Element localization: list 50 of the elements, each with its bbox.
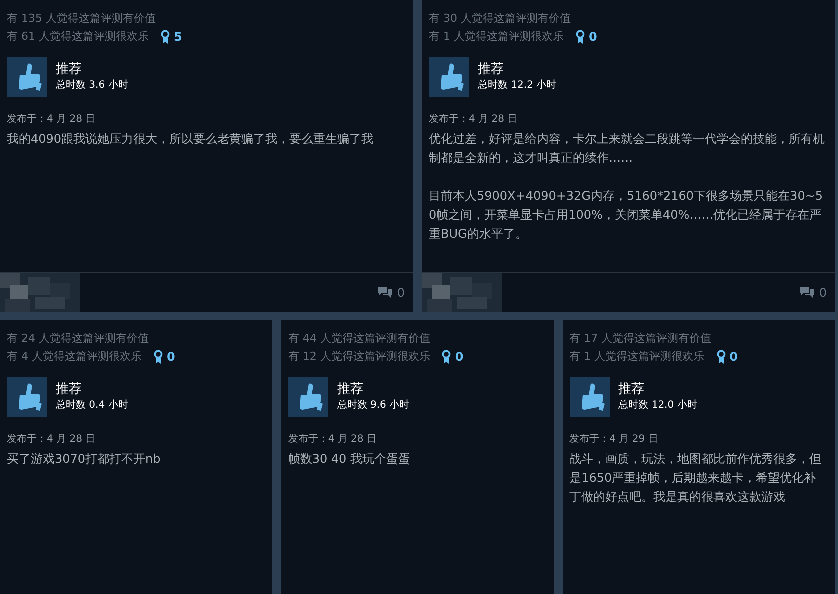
post-date: 发布于：4 月 28 日 — [288, 433, 378, 447]
post-date: 发布于：4 月 28 日 — [7, 433, 97, 447]
award-icon — [161, 30, 170, 44]
playtime: 总时数 12.0 小时 — [618, 399, 698, 413]
review-text: 帧数30 40 我玩个蛋蛋 — [288, 451, 412, 468]
helpful-count: 有 135 人觉得这篇评测有价值 — [7, 11, 157, 27]
verdict: 推荐 — [56, 381, 83, 399]
thumbs-up-icon — [288, 377, 328, 417]
award-icon — [576, 30, 585, 44]
verdict: 推荐 — [478, 61, 505, 79]
award-icon — [716, 350, 726, 364]
award-count: 0 — [589, 29, 598, 46]
review-text: 目前本人5900X+4090+32G内存，5160*2160下很多场景只能在30~50帧之间，开菜单显卡占用100%，关闭菜单40%……优化已经属于存在严重BUG的水平了。 — [429, 188, 824, 243]
award-count: 5 — [174, 29, 182, 46]
playtime: 总时数 9.6 小时 — [337, 399, 410, 413]
award-icon — [154, 350, 163, 364]
helpful-count: 有 24 人觉得这篇评测有价值 — [7, 331, 150, 347]
review-text: 优化过差，好评是给内容，卡尔上来就会二段跳等一代学会的技能，所有机制都是全新的，这才叫真正的续作…… — [429, 131, 826, 167]
verdict: 推荐 — [56, 61, 83, 79]
funny-count: 有 1 人觉得这篇评测很欢乐 — [429, 29, 564, 45]
verdict: 推荐 — [337, 381, 364, 399]
thumbs-up-icon — [7, 377, 47, 417]
award-count: 0 — [455, 349, 464, 366]
playtime: 总时数 12.2 小时 — [478, 79, 557, 93]
comment-count: 0 — [819, 284, 827, 302]
award-count: 0 — [730, 349, 738, 366]
post-date: 发布于：4 月 28 日 — [7, 113, 97, 127]
review-text: 买了游戏3070打都打不开nb — [7, 451, 162, 468]
thumbs-up-icon — [429, 57, 469, 97]
playtime: 总时数 0.4 小时 — [56, 399, 128, 413]
helpful-count: 有 17 人觉得这篇评测有价值 — [570, 331, 713, 347]
post-date: 发布于：4 月 28 日 — [429, 113, 519, 127]
award-count: 0 — [167, 349, 176, 366]
comment-count: 0 — [397, 284, 405, 302]
review-text: 战斗，画质，玩法，地图都比前作优秀很多，但是1650严重掉帧，后期越来越卡，希望优化补丁做的好点吧。我是真的很喜欢这款游戏 — [570, 451, 823, 506]
comment-icon — [377, 286, 394, 299]
helpful-count: 有 44 人觉得这篇评测有价值 — [288, 331, 432, 347]
thumbs-up-icon — [570, 377, 610, 417]
funny-count: 有 1 人觉得这篇评测很欢乐 — [570, 349, 705, 365]
comment-icon — [799, 286, 816, 299]
funny-count: 有 61 人觉得这篇评测很欢乐 — [7, 29, 149, 45]
funny-count: 有 12 人觉得这篇评测很欢乐 — [288, 349, 430, 365]
helpful-count: 有 30 人觉得这篇评测有价值 — [429, 11, 572, 27]
verdict: 推荐 — [618, 381, 646, 399]
award-icon — [442, 350, 452, 364]
review-text: 我的4090跟我说她压力很大，所以要么老黄骗了我，要么重生骗了我 — [7, 131, 375, 148]
thumbs-up-icon — [7, 57, 47, 97]
playtime: 总时数 3.6 小时 — [56, 79, 128, 93]
post-date: 发布于：4 月 29 日 — [570, 433, 660, 447]
funny-count: 有 4 人觉得这篇评测很欢乐 — [7, 349, 142, 365]
